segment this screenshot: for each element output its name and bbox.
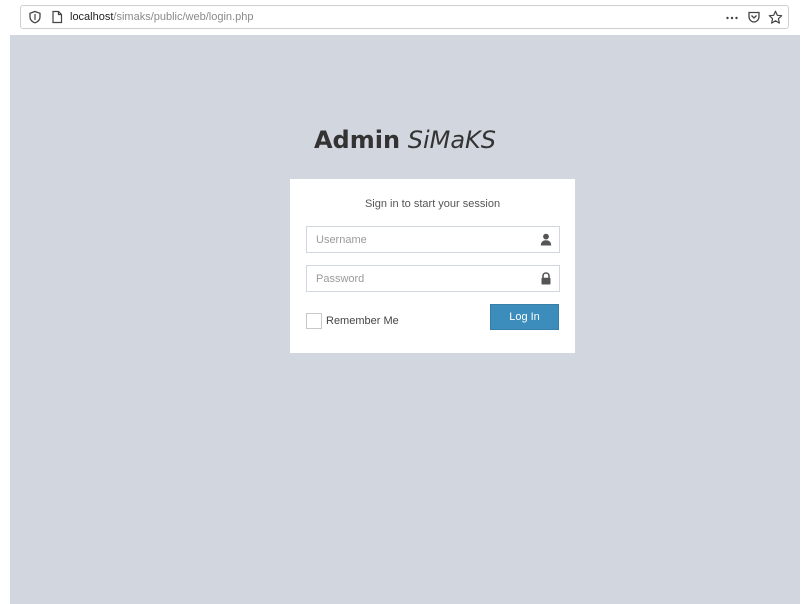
login-box: Sign in to start your session Remembe xyxy=(290,179,575,353)
star-icon[interactable] xyxy=(767,9,783,25)
remember-me-label: Remember Me xyxy=(326,315,399,327)
url-path: /simaks/public/web/login.php xyxy=(113,11,254,23)
url-text[interactable]: localhost/simaks/public/web/login.php xyxy=(70,10,253,25)
user-icon xyxy=(540,233,552,246)
page-viewport: Admin SiMaKS Sign in to start your sessi… xyxy=(10,35,800,604)
browser-address-bar[interactable]: localhost/simaks/public/web/login.php xyxy=(20,5,789,29)
pocket-icon[interactable] xyxy=(746,9,762,25)
title-italic: SiMaKS xyxy=(407,126,496,154)
password-input[interactable] xyxy=(316,271,526,287)
remember-me[interactable]: Remember Me xyxy=(306,312,399,330)
remember-me-checkbox[interactable] xyxy=(306,313,322,329)
password-field[interactable] xyxy=(306,265,560,292)
title-bold: Admin xyxy=(313,126,401,154)
login-box-message: Sign in to start your session xyxy=(364,198,501,210)
lock-icon xyxy=(540,272,552,285)
page-title: Admin SiMaKS xyxy=(10,126,800,154)
username-input[interactable] xyxy=(316,232,526,248)
url-host: localhost xyxy=(70,11,114,23)
login-button[interactable]: Log In xyxy=(490,304,559,330)
page-icon xyxy=(49,9,65,25)
more-icon[interactable] xyxy=(724,9,740,25)
username-field[interactable] xyxy=(306,226,560,253)
shield-icon[interactable] xyxy=(27,9,43,25)
